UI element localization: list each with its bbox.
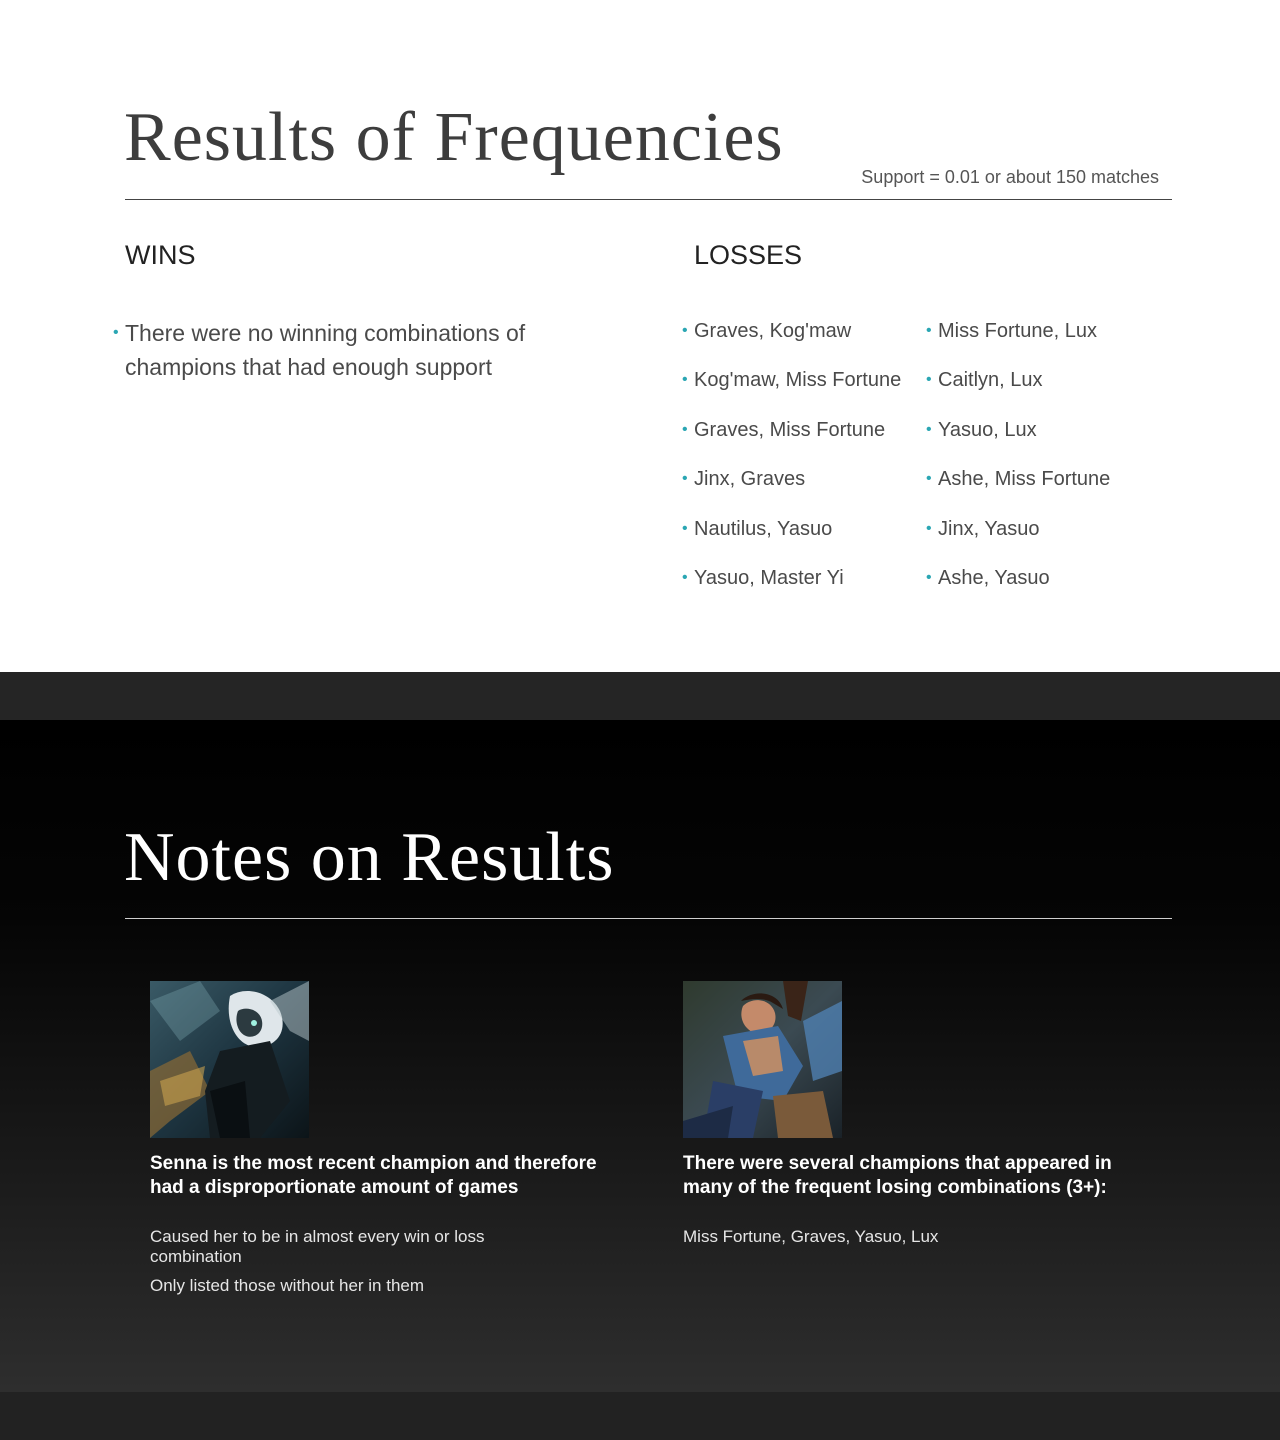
senna-note-heading: Senna is the most recent champion and th… (150, 1153, 597, 1198)
wins-item: There were no winning combinations of ch… (113, 316, 565, 384)
yasuo-portrait (683, 981, 842, 1138)
support-note: Support = 0.01 or about 150 matches (861, 167, 1159, 187)
loss-item: Graves, Kog'maw (682, 318, 851, 344)
notes-title: Notes on Results (124, 819, 615, 896)
loss-item: Ashe, Yasuo (926, 565, 1050, 591)
slide-gap (0, 672, 1280, 720)
wins-heading: WINS (125, 240, 196, 270)
senna-note-line: Only listed those without her in them (150, 1276, 425, 1295)
loss-item: Ashe, Miss Fortune (926, 466, 1110, 492)
bottom-band (0, 1392, 1280, 1440)
loss-item: Miss Fortune, Lux (926, 318, 1097, 344)
page-title: Results of Frequencies (124, 99, 784, 176)
losing-champions-heading: There were several champions that appear… (683, 1153, 1112, 1198)
loss-item: Jinx, Yasuo (926, 516, 1039, 542)
senna-portrait (150, 981, 309, 1138)
loss-item: Caitlyn, Lux (926, 367, 1042, 393)
losing-champions-list: Miss Fortune, Graves, Yasuo, Lux (683, 1227, 939, 1246)
losses-heading: LOSSES (694, 240, 803, 270)
loss-item: Kog'maw, Miss Fortune (682, 367, 901, 393)
senna-note-line: Caused her to be in almost every win or … (150, 1227, 485, 1266)
loss-item: Yasuo, Lux (926, 417, 1037, 443)
results-slide: Results of Frequencies Support = 0.01 or… (0, 0, 1280, 672)
loss-item: Jinx, Graves (682, 466, 805, 492)
loss-item: Nautilus, Yasuo (682, 516, 832, 542)
title-divider (125, 199, 1172, 200)
notes-divider (125, 918, 1172, 919)
loss-item: Yasuo, Master Yi (682, 565, 844, 591)
loss-item: Graves, Miss Fortune (682, 417, 885, 443)
